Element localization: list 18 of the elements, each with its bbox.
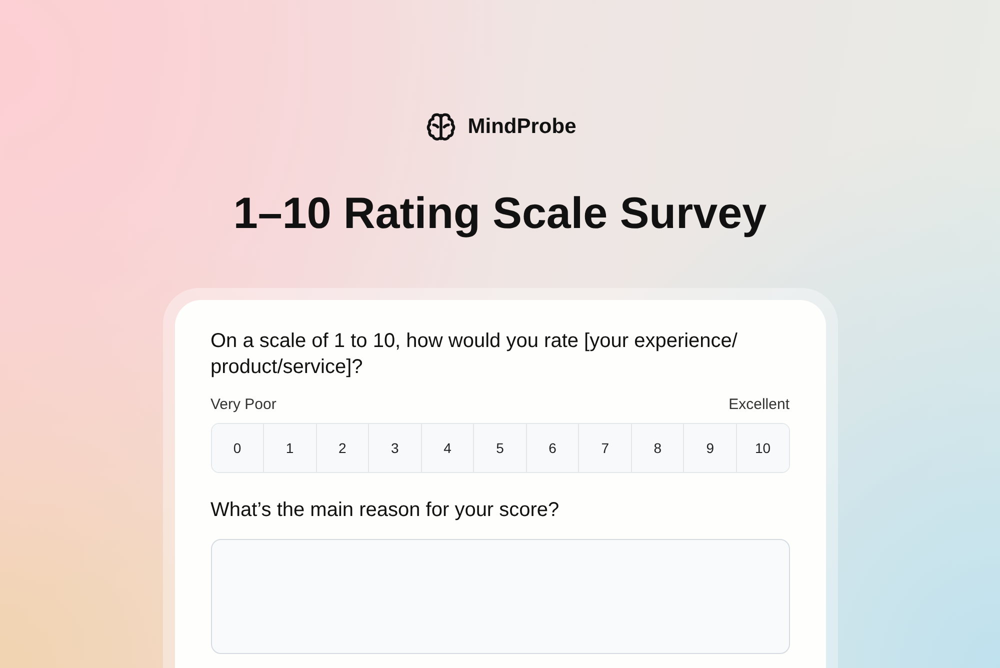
question-text: On a scale of 1 to 10, how would you rate [your experience/ product/service]? <box>210 329 738 380</box>
rating-option[interactable]: 0 <box>212 424 264 472</box>
rating-option[interactable]: 3 <box>368 424 421 472</box>
answer-field[interactable] <box>210 539 790 654</box>
rating-option[interactable]: 1 <box>263 424 316 472</box>
rating-option[interactable]: 9 <box>683 424 736 472</box>
rating-option[interactable]: 10 <box>736 424 788 472</box>
rating-option[interactable]: 8 <box>630 424 684 472</box>
rating-option[interactable]: 2 <box>316 424 368 472</box>
scale-low-label: Very Poor <box>210 396 276 413</box>
page-title: 1–10 Rating Scale Survey <box>233 188 767 240</box>
scale-high-label: Excellent <box>728 396 790 413</box>
rating-option[interactable]: 7 <box>578 424 631 472</box>
rating-option[interactable]: 4 <box>420 424 474 472</box>
rating-option[interactable]: 5 <box>473 424 526 472</box>
brand-name: MindProbe <box>468 115 576 139</box>
followup-question: What’s the main reason for your score? <box>210 499 560 522</box>
rating-option[interactable]: 6 <box>526 424 578 472</box>
